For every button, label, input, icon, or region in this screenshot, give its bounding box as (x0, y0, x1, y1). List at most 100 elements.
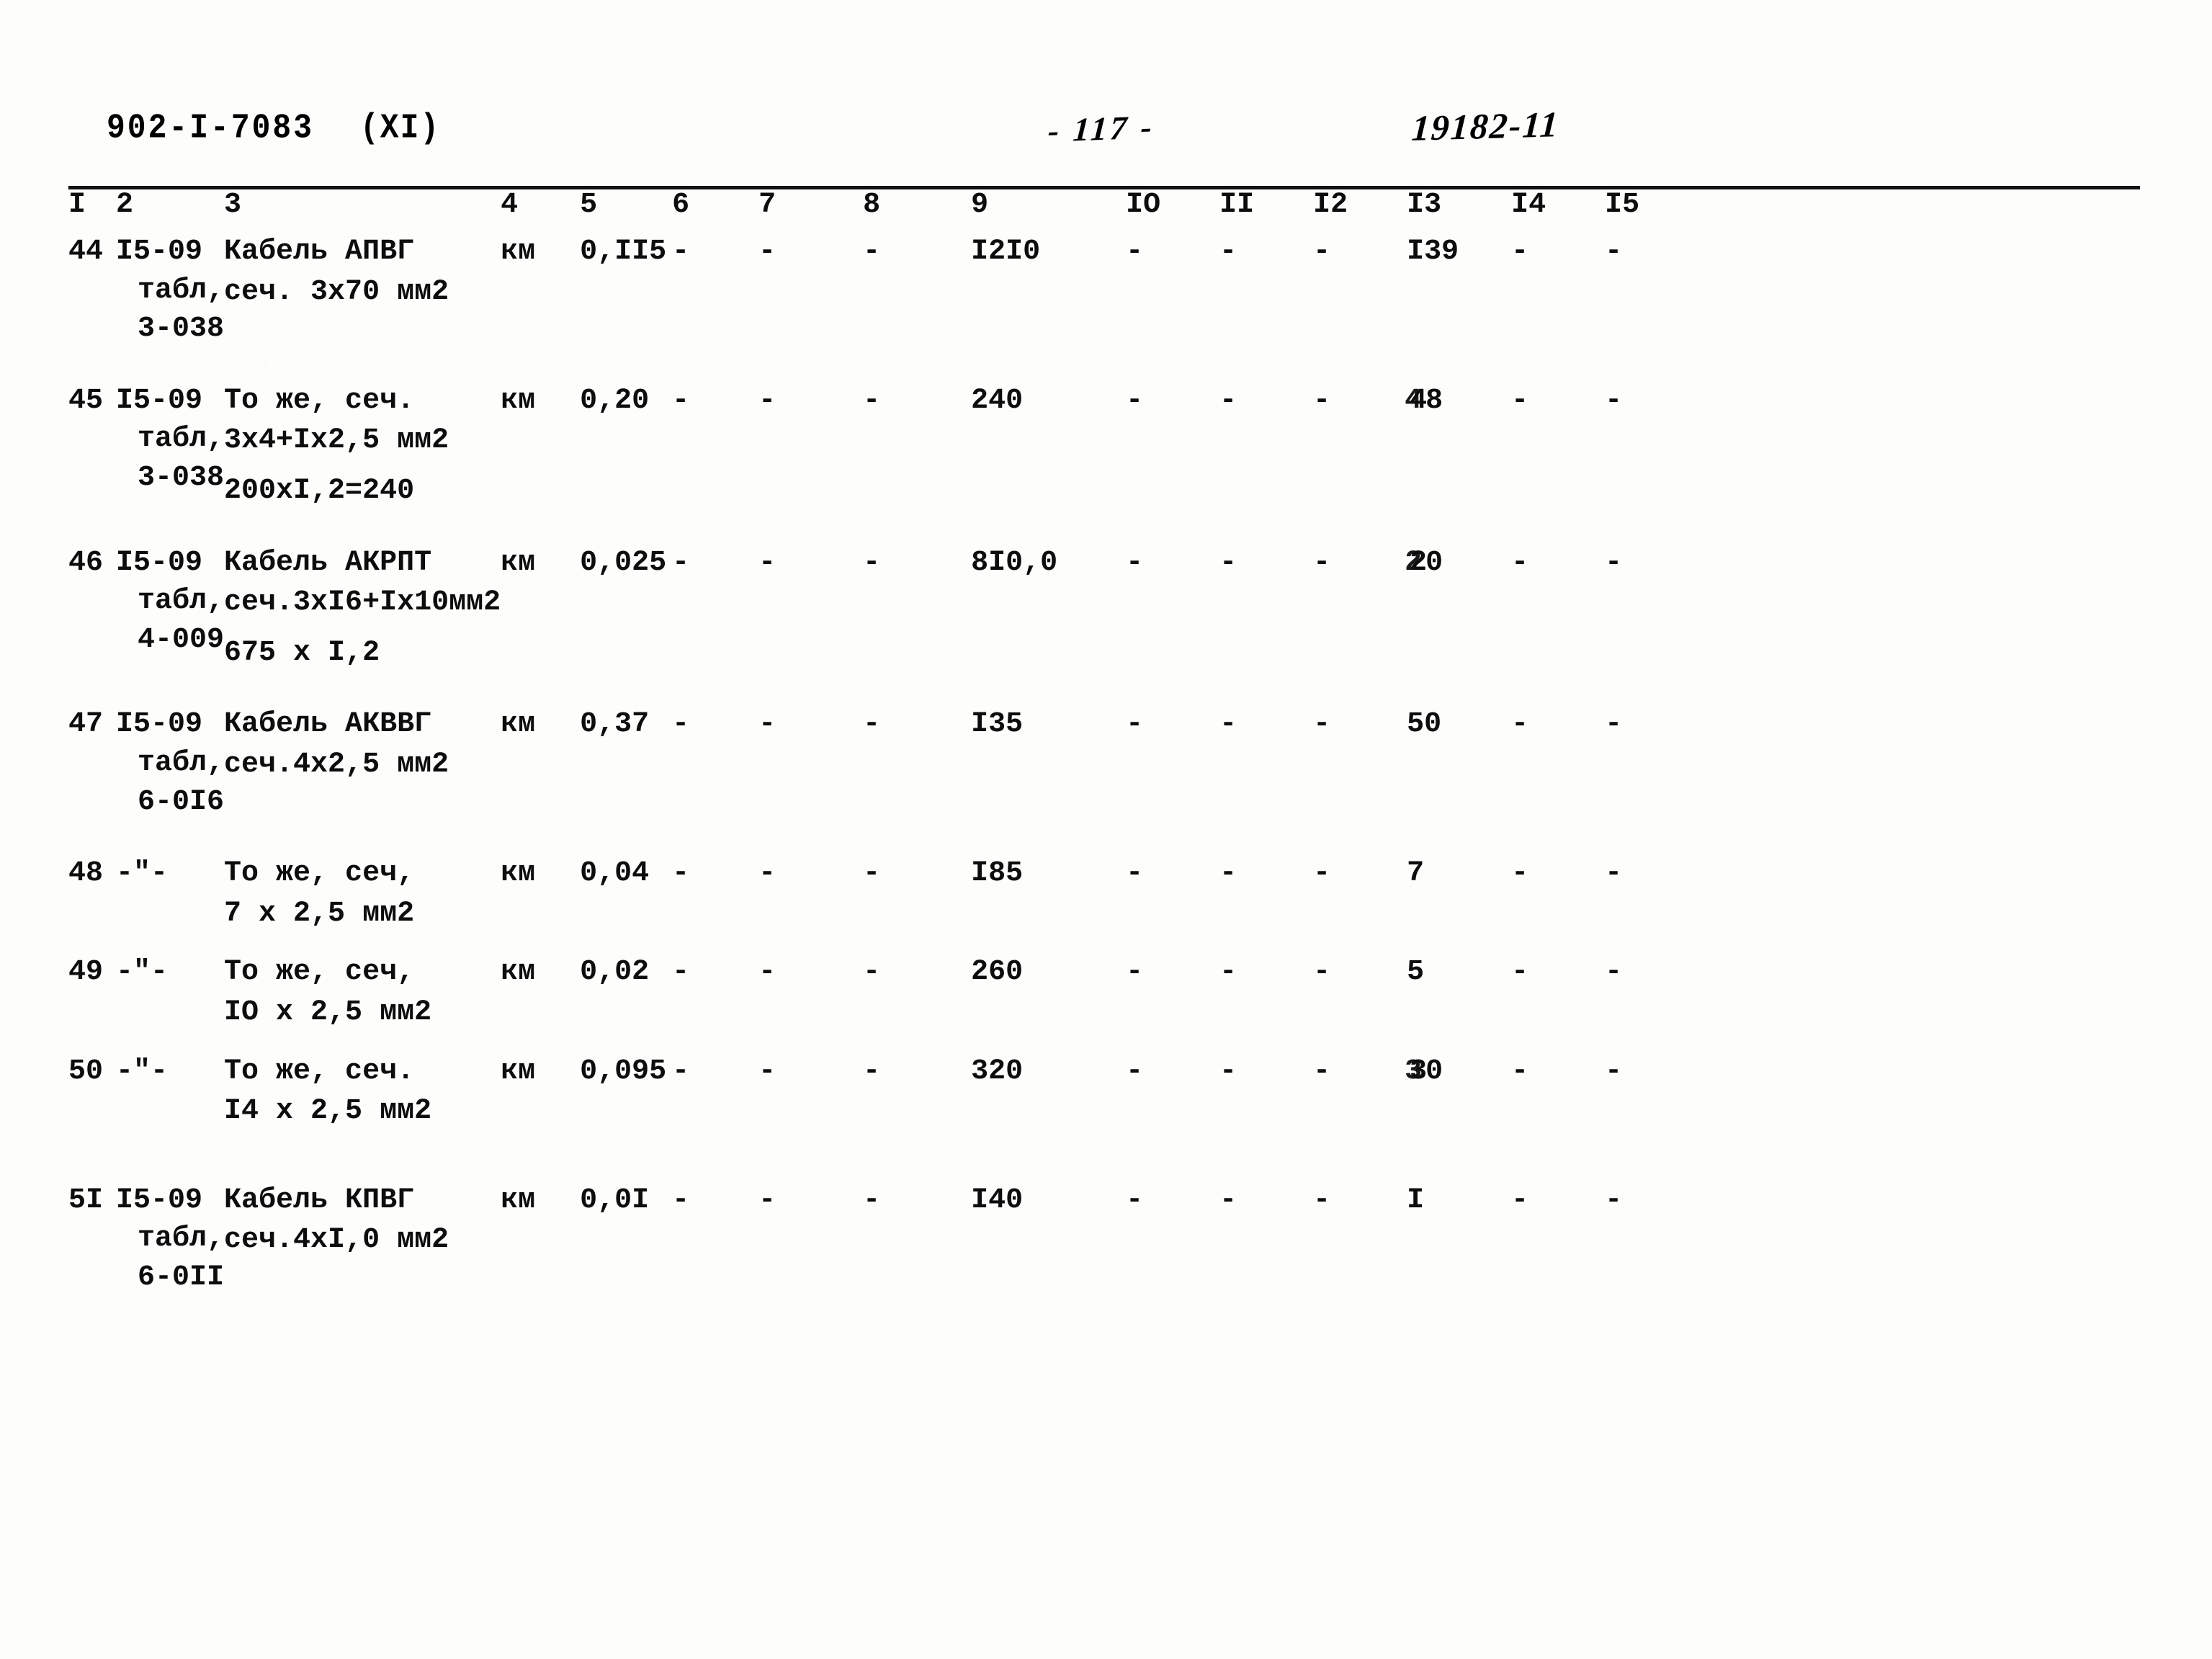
column-10-value: - (1126, 956, 1144, 989)
overstruck-value: 3 30 (1405, 1052, 1443, 1091)
column-11-value: - (1219, 546, 1237, 579)
position-code-line: I5-09 (116, 384, 203, 417)
unit-of-measure: км (501, 384, 536, 417)
position-code-line: -"- (116, 1055, 169, 1088)
column-10-value: - (1126, 1055, 1144, 1088)
column-15-value: - (1605, 384, 1623, 417)
table-row: 44 I5-09 табл, 3-038 Кабель АПВГ сеч. 3х70 мм… (68, 221, 1684, 349)
column-12-value: - (1313, 1184, 1331, 1217)
column-10-value: - (1126, 384, 1144, 417)
position-code: I5-09 табл, 3-038 (116, 221, 224, 349)
position-code-line: 6-0I6 (138, 785, 225, 818)
quantity-value: 0,025 (580, 546, 667, 579)
description-line: То же, сеч. (224, 384, 415, 417)
column-14-value: - (1511, 236, 1529, 268)
row-index: 44 (68, 236, 104, 268)
column-12-value: - (1313, 956, 1331, 989)
column-number-8: 8 (863, 189, 881, 221)
description-line: сеч.4х2,5 мм2 (224, 748, 449, 781)
document-section: (XI) (360, 108, 441, 148)
page-header: 902-I-7083 (XI) - 117 - 19182-11 (0, 104, 2212, 158)
position-code-line: I5-09 (116, 546, 203, 579)
description-line: I4 х 2,5 мм2 (224, 1095, 432, 1128)
quantity-value: 0,II5 (580, 236, 667, 268)
quantity-value: 0,095 (580, 1055, 667, 1088)
table-row: 50 -"- То же, сеч. I4 х 2,5 мм2 км 0,095- - -32… (68, 1032, 1684, 1131)
column-number-14: I4 (1511, 189, 1546, 221)
document-code: 902-I-7083 (107, 108, 315, 148)
column-6-value: - (672, 546, 690, 579)
table-row: 48 -"- То же, сеч, 7 х 2,5 мм2 км 0,04- - - I85-… (68, 821, 1684, 933)
column-11-value: - (1219, 1055, 1237, 1088)
column-number-12: I2 (1313, 189, 1348, 221)
column-number-15: I5 (1605, 189, 1640, 221)
quantity-value: 0,02 (580, 956, 650, 989)
column-8-value: - (863, 956, 881, 989)
column-10-value: - (1126, 857, 1144, 890)
table-row: 47 I5-09 табл, 6-0I6 Кабель АКВВГ сеч.4х2,5 м… (68, 672, 1684, 821)
overstruck-value: 2 20 (1405, 544, 1443, 583)
column-11-value: - (1219, 384, 1237, 417)
position-code-line: 3-038 (138, 461, 225, 494)
row-index: 50 (68, 1055, 104, 1088)
description-line: 675 х I,2 (224, 636, 380, 669)
column-number-4: 4 (501, 189, 519, 221)
row-index: 5I (68, 1184, 104, 1217)
column-12-value: - (1313, 546, 1331, 579)
position-code-line: табл, (138, 1222, 225, 1256)
position-code-line: -"- (116, 857, 169, 890)
description-line: 200хI,2=240 (224, 474, 415, 507)
quantity-value: 0,0I (580, 1184, 650, 1217)
column-7-value: - (758, 956, 776, 989)
column-11-value: - (1219, 857, 1237, 890)
column-8-value: - (863, 857, 881, 890)
description-line: 7 х 2,5 мм2 (224, 897, 415, 930)
column-7-value: - (758, 1055, 776, 1088)
position-code-line: 6-0II (138, 1261, 225, 1294)
column-13-value: I (1407, 1184, 1425, 1217)
description-line: IO х 2,5 мм2 (224, 996, 432, 1029)
column-number-2: 2 (116, 189, 134, 221)
item-description: Кабель АКВВГ сеч.4х2,5 мм2 (224, 672, 501, 821)
position-code-line: -"- (116, 956, 169, 989)
column-8-value: - (863, 384, 881, 417)
column-9-value: 320 (971, 1055, 1024, 1088)
description-line: То же, сеч. (224, 1055, 415, 1088)
quantity-value: 0,37 (580, 708, 650, 741)
item-description: То же, сеч. 3х4+Iх2,5 мм2 200хI,2=240 (224, 349, 501, 511)
column-14-value: - (1511, 1184, 1529, 1217)
column-13-value: 4 48 (1405, 349, 1511, 511)
position-code-line: 4-009 (138, 623, 225, 656)
overstruck-value: 4 48 (1405, 382, 1443, 421)
column-7-value: - (758, 1184, 776, 1217)
column-12-value: - (1313, 236, 1331, 268)
column-8-value: - (863, 546, 881, 579)
column-11-value: - (1219, 236, 1237, 268)
unit-of-measure: км (501, 708, 536, 741)
column-8-value: - (863, 1184, 881, 1217)
column-number-6: 6 (672, 189, 690, 221)
column-number-11: II (1219, 189, 1255, 221)
column-7-value: - (758, 384, 776, 417)
column-9-value: 8I0,0 (971, 546, 1058, 579)
description-line: сеч.4хI,0 мм2 (224, 1224, 449, 1257)
row-index: 47 (68, 708, 104, 741)
column-15-value: - (1605, 956, 1623, 989)
item-description: Кабель КПВГ сеч.4хI,0 мм2 (224, 1131, 501, 1297)
position-code: -"- (116, 933, 224, 1032)
table-row: 45 I5-09 табл, 3-038 То же, сеч. 3х4+Iх2,5 мм… (68, 349, 1684, 511)
column-number-3: 3 (224, 189, 242, 221)
column-9-value: 240 (971, 384, 1024, 417)
position-code: -"- (116, 821, 224, 933)
column-10-value: - (1126, 1184, 1144, 1217)
table-body: 44 I5-09 табл, 3-038 Кабель АПВГ сеч. 3х70 мм… (68, 221, 1684, 1297)
column-6-value: - (672, 1184, 690, 1217)
column-11-value: - (1219, 1184, 1237, 1217)
item-description: То же, сеч, 7 х 2,5 мм2 (224, 821, 501, 933)
document-reference: 19182-11 (1410, 104, 1561, 148)
scanned-page: 902-I-7083 (XI) - 117 - 19182-11 I 2 3 4… (0, 0, 2212, 1659)
column-14-value: - (1511, 708, 1529, 741)
column-9-value: 260 (971, 956, 1024, 989)
column-14-value: - (1511, 1055, 1529, 1088)
column-number-row: I 2 3 4 5 6 7 8 9 IO II I2 I3 I4 I5 (68, 189, 1684, 221)
